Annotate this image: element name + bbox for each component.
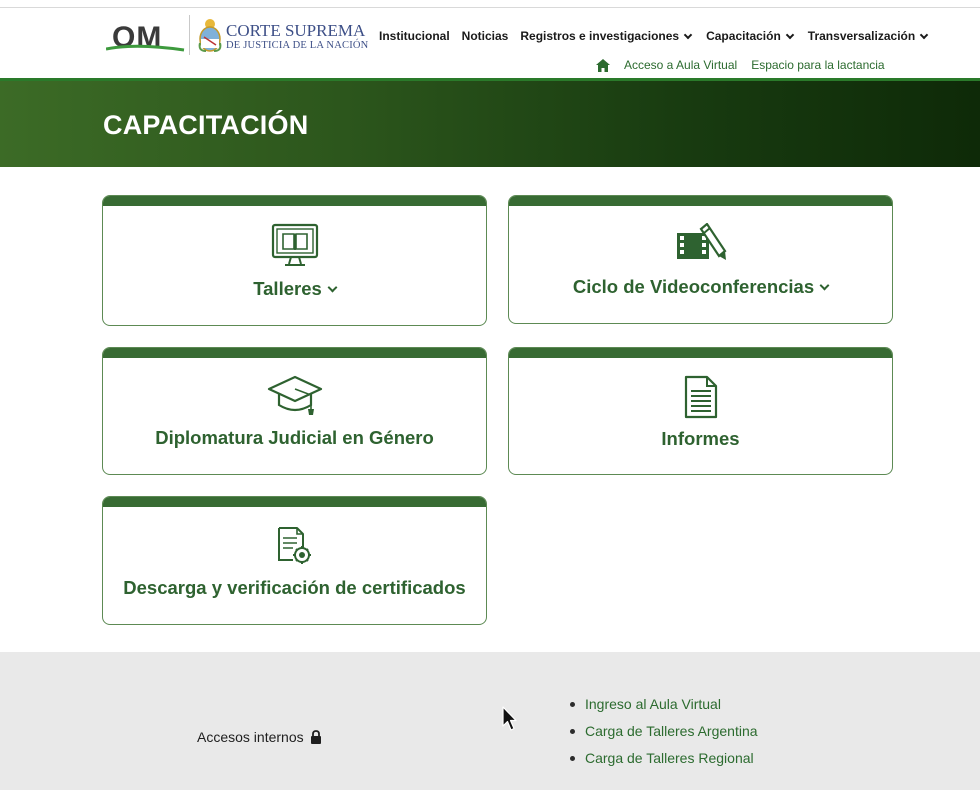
card-cap <box>103 348 486 358</box>
chevron-down-icon <box>919 30 929 39</box>
card-cap <box>103 196 486 206</box>
card-title: Diplomatura Judicial en Género <box>155 427 434 448</box>
logo-cs-title: CORTE SUPREMA <box>226 21 366 40</box>
card-label: Ciclo de Videoconferencias <box>509 276 892 298</box>
chevron-down-icon <box>327 282 338 292</box>
chevron-down-icon <box>819 280 830 290</box>
card-label: Informes <box>509 428 892 450</box>
chevron-down-icon <box>785 30 795 39</box>
main-nav: Institucional Noticias Registros e inves… <box>379 28 930 44</box>
nav-label: Capacitación <box>706 29 781 43</box>
lock-icon <box>310 730 321 744</box>
coat-of-arms-icon <box>198 19 222 52</box>
om-logo[interactable]: OM <box>106 19 186 57</box>
certificate-icon <box>277 527 311 564</box>
nav-institucional[interactable]: Institucional <box>379 28 450 44</box>
card-title: Talleres <box>253 278 322 299</box>
nav-noticias[interactable]: Noticias <box>462 28 509 44</box>
card-cap <box>509 196 892 206</box>
film-pencil-icon <box>676 223 726 260</box>
logo-divider <box>189 15 190 55</box>
document-icon <box>684 375 717 419</box>
site-header: OM CORTE SUPREMA DE JUSTICIA DE LA NACIÓ… <box>0 9 980 78</box>
card-talleres[interactable]: Talleres <box>102 195 487 326</box>
top-border <box>0 0 980 8</box>
corte-suprema-logo[interactable]: CORTE SUPREMA DE JUSTICIA DE LA NACIÓN <box>198 15 368 57</box>
page-banner: CAPACITACIÓN <box>0 81 980 167</box>
page-title: CAPACITACIÓN <box>103 110 309 140</box>
lactancia-link[interactable]: Espacio para la lactancia <box>751 58 884 72</box>
card-label: Talleres <box>103 278 486 300</box>
monitor-book-icon <box>271 223 318 266</box>
home-icon[interactable] <box>596 58 610 72</box>
om-swoosh-icon <box>106 44 185 52</box>
nav-label: Transversalización <box>807 29 916 43</box>
site-footer: Accesos internos Ingreso al Aula Virtual… <box>0 652 980 790</box>
card-informes[interactable]: Informes <box>508 347 893 475</box>
mouse-cursor-icon <box>502 706 517 731</box>
card-cap <box>509 348 892 358</box>
nav-label: Registros e investigaciones <box>520 29 680 43</box>
footer-link-aula[interactable]: Ingreso al Aula Virtual <box>570 696 758 723</box>
card-title: Ciclo de Videoconferencias <box>572 276 815 297</box>
accesos-internos: Accesos internos <box>197 729 322 745</box>
card-label: Descarga y verificación de certificados <box>103 577 486 599</box>
footer-links: Ingreso al Aula Virtual Carga de Tallere… <box>570 696 758 777</box>
chevron-down-icon <box>683 30 693 39</box>
card-title: Descarga y verificación de certificados <box>123 577 466 598</box>
nav-label: Noticias <box>461 29 509 43</box>
card-cap <box>103 497 486 507</box>
nav-registros[interactable]: Registros e investigaciones <box>520 28 694 44</box>
card-diplomatura[interactable]: Diplomatura Judicial en Género <box>102 347 487 475</box>
card-certificados[interactable]: Descarga y verificación de certificados <box>102 496 487 625</box>
accesos-label: Accesos internos <box>197 729 304 745</box>
logo-cs-subtitle: DE JUSTICIA DE LA NACIÓN <box>226 40 369 51</box>
card-title: Informes <box>661 428 740 449</box>
nav-capacitacion[interactable]: Capacitación <box>706 28 796 44</box>
nav-label: Institucional <box>379 29 450 43</box>
footer-link-talleres-regional[interactable]: Carga de Talleres Regional <box>570 750 758 777</box>
footer-link-talleres-argentina[interactable]: Carga de Talleres Argentina <box>570 723 758 750</box>
card-videoconferencias[interactable]: Ciclo de Videoconferencias <box>508 195 893 324</box>
secondary-nav: Acceso a Aula Virtual Espacio para la la… <box>596 57 885 73</box>
nav-transversalizacion[interactable]: Transversalización <box>808 28 930 44</box>
aula-virtual-link[interactable]: Acceso a Aula Virtual <box>624 58 737 72</box>
card-label: Diplomatura Judicial en Género <box>103 427 486 449</box>
graduation-cap-icon <box>267 375 322 415</box>
